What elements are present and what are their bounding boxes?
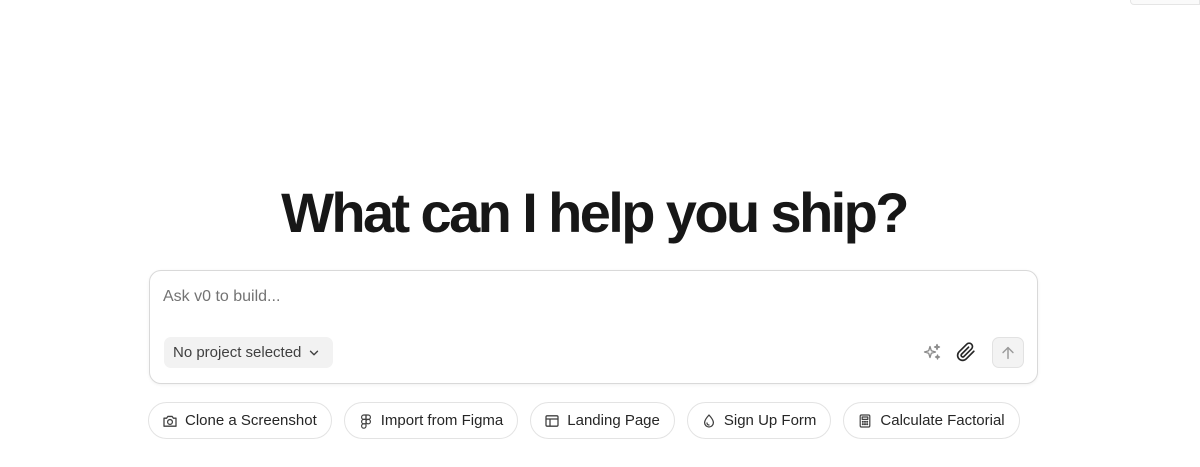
prompt-input[interactable]: [163, 285, 1023, 309]
corner-tab[interactable]: [1130, 0, 1200, 5]
suggestion-chips: Clone a Screenshot Import from Figma Lan…: [148, 402, 1020, 439]
sparkle-icon[interactable]: [920, 340, 944, 364]
figma-icon: [358, 413, 374, 429]
droplet-icon: [701, 413, 717, 429]
page: What can I help you ship? No project sel…: [0, 0, 1200, 467]
layout-icon: [544, 413, 560, 429]
prompt-composer: No project selected: [149, 270, 1038, 384]
suggestion-label: Sign Up Form: [723, 412, 817, 429]
suggestion-clone-screenshot[interactable]: Clone a Screenshot: [148, 402, 332, 439]
send-button[interactable]: [992, 337, 1024, 368]
calculator-icon: [857, 413, 873, 429]
project-selector[interactable]: No project selected: [164, 337, 334, 368]
suggestion-sign-up-form[interactable]: Sign Up Form: [686, 402, 832, 439]
suggestion-label: Landing Page: [567, 412, 660, 429]
page-title: What can I help you ship?: [281, 181, 909, 244]
suggestion-calculate-factorial[interactable]: Calculate Factorial: [843, 402, 1020, 439]
project-selector-label: No project selected: [173, 344, 302, 361]
suggestion-label: Clone a Screenshot: [185, 412, 317, 429]
chevron-down-icon: [307, 346, 321, 360]
suggestion-landing-page[interactable]: Landing Page: [530, 402, 675, 439]
suggestion-label: Import from Figma: [380, 412, 504, 429]
suggestion-import-figma[interactable]: Import from Figma: [343, 402, 519, 439]
suggestion-label: Calculate Factorial: [880, 412, 1005, 429]
arrow-up-icon: [999, 344, 1017, 362]
camera-icon: [162, 413, 178, 429]
paperclip-icon[interactable]: [954, 340, 978, 364]
